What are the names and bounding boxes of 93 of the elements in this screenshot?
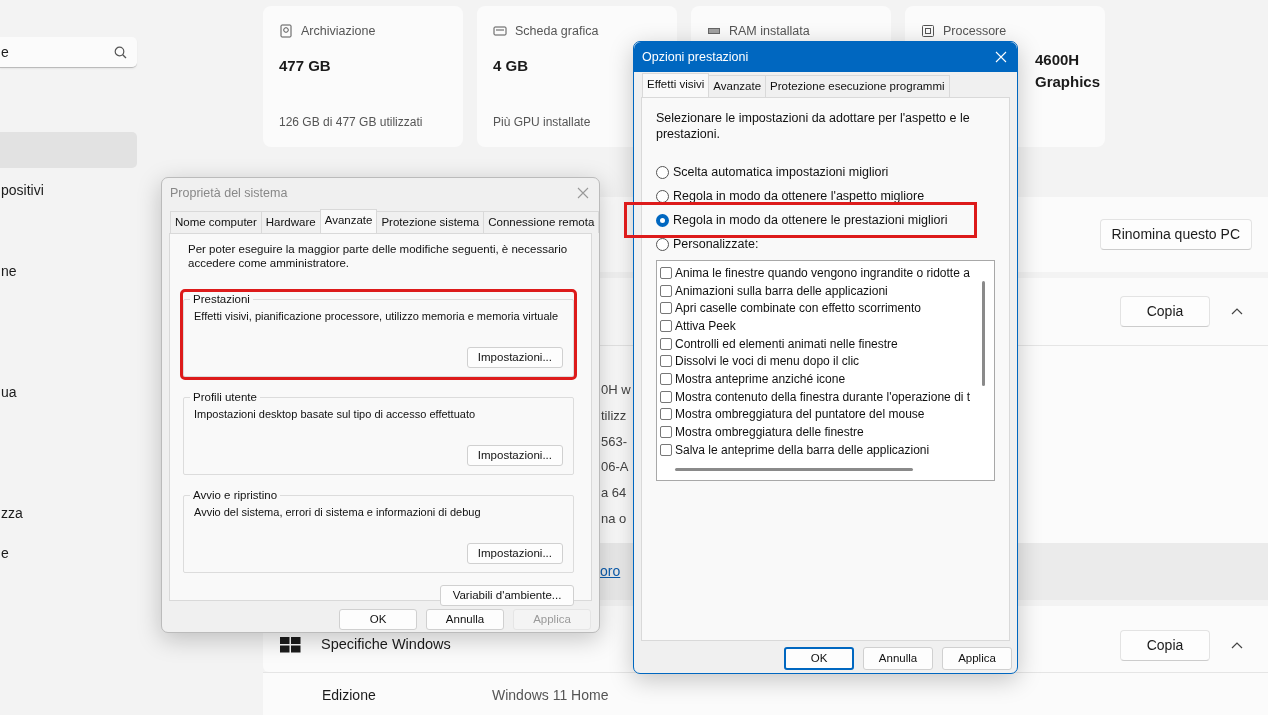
sidebar-item[interactable]: positivi [0, 172, 137, 209]
group-description: Avvio del sistema, errori di sistema e informazioni di debug [194, 505, 482, 519]
radio-option[interactable]: Regola in modo da ottenere l'aspetto migliore [656, 184, 995, 208]
chevron-icon[interactable] [1231, 641, 1243, 649]
checkbox[interactable] [660, 355, 672, 368]
checkbox-label: Salva le anteprime della barra delle applicazioni [675, 441, 930, 459]
checkbox-label: Mostra ombreggiatura delle finestre [675, 424, 864, 442]
rename-button[interactable]: Rinomina questo PC [1099, 219, 1252, 250]
radio-button[interactable] [656, 213, 669, 227]
search-icon [114, 45, 127, 59]
tab[interactable]: Avanzate [319, 208, 378, 233]
dialog-button[interactable]: OK [339, 609, 417, 630]
spec-value: tilizz [601, 406, 628, 425]
radio-option[interactable]: Regola in modo da ottenere le prestazioni migliori [630, 208, 971, 232]
note-text: Per poter eseguire la maggior parte delle modifiche seguenti, è necessario accedere come amministratore. [188, 242, 569, 270]
card-label: Processore [943, 23, 1007, 40]
sidebar-item[interactable]: zza [0, 495, 137, 532]
window-title: Proprietà del sistema [170, 184, 288, 202]
tab[interactable]: Nome computer [170, 210, 262, 233]
checkbox-label: Anima le finestre quando vengono ingrandite o ridotte a [675, 264, 970, 282]
dialog-button[interactable]: Applica [942, 647, 1012, 670]
checkbox-label: Mostra anteprime anziché icone [675, 370, 846, 388]
checkbox[interactable] [660, 266, 672, 279]
radio-option[interactable]: Personalizzate: [656, 232, 995, 256]
environment-variables-button[interactable]: Variabili d'ambiente... [440, 585, 574, 606]
card-value: 4600H [1035, 49, 1080, 70]
radio-button[interactable] [656, 165, 669, 179]
card-footer: 126 GB di 477 GB utilizzati [279, 113, 447, 131]
checkbox-label: Mostra ombreggiatura del puntatore del mouse [675, 406, 925, 424]
checkbox[interactable] [660, 443, 672, 456]
scrollbar[interactable] [982, 281, 985, 386]
group-description: Impostazioni desktop basate sul tipo di accesso effettuato [194, 407, 477, 421]
spec-value: Windows 11 Home [492, 686, 609, 705]
checkbox[interactable] [660, 390, 672, 403]
sidebar-item[interactable]: e [0, 535, 137, 572]
radio-label: Regola in modo da ottenere le prestazioni migliori [673, 211, 948, 229]
windows-logo-icon [280, 637, 301, 653]
scrollbar[interactable] [675, 468, 913, 471]
spec-label: Edizione [322, 686, 377, 705]
tab[interactable]: Protezione esecuzione programmi [765, 74, 950, 97]
spec-value: 563- [601, 432, 629, 451]
radio-button[interactable] [656, 189, 669, 203]
group-title: Prestazioni [190, 292, 253, 306]
card-label: RAM installata [729, 23, 810, 40]
copy-button[interactable]: Copia [1120, 629, 1210, 661]
group-title: Profili utente [190, 390, 260, 404]
card-value: Graphics [1035, 71, 1101, 92]
intro-text: Selezionare le impostazioni da adottare per l'aspetto e le prestazioni. [656, 110, 971, 142]
radio-option[interactable]: Scelta automatica impostazioni migliori [656, 160, 995, 184]
display-card-icon [493, 24, 507, 39]
card-label: Scheda grafica [515, 23, 599, 40]
settings-button[interactable]: Impostazioni... [466, 347, 563, 368]
spec-value: 06-A [601, 458, 630, 477]
chevron-icon[interactable] [1231, 308, 1243, 315]
radio-label: Personalizzate: [673, 235, 759, 253]
settings-button[interactable]: Impostazioni... [466, 543, 563, 564]
card-label: Archiviazione [301, 23, 376, 40]
checkbox[interactable] [660, 408, 672, 421]
radio-label: Regola in modo da ottenere l'aspetto migliore [673, 187, 925, 205]
section-title: Specifiche Windows [321, 635, 451, 655]
card-value: 477 GB [279, 55, 332, 76]
search-field[interactable]: e [0, 37, 137, 68]
checkbox-label: Attiva Peek [675, 317, 736, 335]
close-icon[interactable] [577, 187, 589, 199]
dialog-button[interactable]: Annulla [426, 609, 504, 630]
tab[interactable]: Effetti visivi [642, 72, 710, 97]
checkbox-label: Animazioni sulla barra delle applicazioni [675, 282, 888, 300]
window-title: Opzioni prestazioni [642, 48, 749, 66]
checkbox[interactable] [660, 337, 672, 350]
spec-value: 0H w [601, 381, 632, 399]
sidebar-item[interactable]: ne [0, 253, 137, 290]
checkbox[interactable] [660, 284, 672, 297]
checkbox[interactable] [660, 319, 672, 332]
drive-icon [279, 24, 293, 39]
dialog-button[interactable]: Annulla [863, 647, 933, 670]
dialog-button[interactable]: OK [784, 647, 854, 670]
checkbox-label: Apri caselle combinate con effetto scorrimento [675, 300, 921, 318]
sidebar-item[interactable]: ua [0, 374, 137, 411]
spec-value: na o [601, 510, 628, 528]
checkbox-label: Dissolvi le voci di menu dopo il clic [675, 353, 860, 371]
checkbox-label: Mostra contenuto della finestra durante l'operazione di t [675, 388, 971, 406]
checkbox[interactable] [660, 426, 672, 439]
checkbox-label: Controlli ed elementi animati nelle finestre [675, 335, 898, 353]
group-description: Effetti visivi, pianificazione processore, utilizzo memoria e memoria virtuale [194, 309, 560, 323]
chip-icon [921, 24, 935, 39]
checkbox[interactable] [660, 302, 672, 315]
copy-button[interactable]: Copia [1120, 296, 1210, 327]
tab[interactable]: Connessione remota [483, 210, 600, 233]
link[interactable]: oro [600, 561, 621, 582]
checkbox[interactable] [660, 372, 672, 385]
radio-label: Scelta automatica impostazioni migliori [673, 163, 889, 181]
spec-value: a 64 [601, 484, 628, 503]
settings-button[interactable]: Impostazioni... [466, 445, 563, 466]
